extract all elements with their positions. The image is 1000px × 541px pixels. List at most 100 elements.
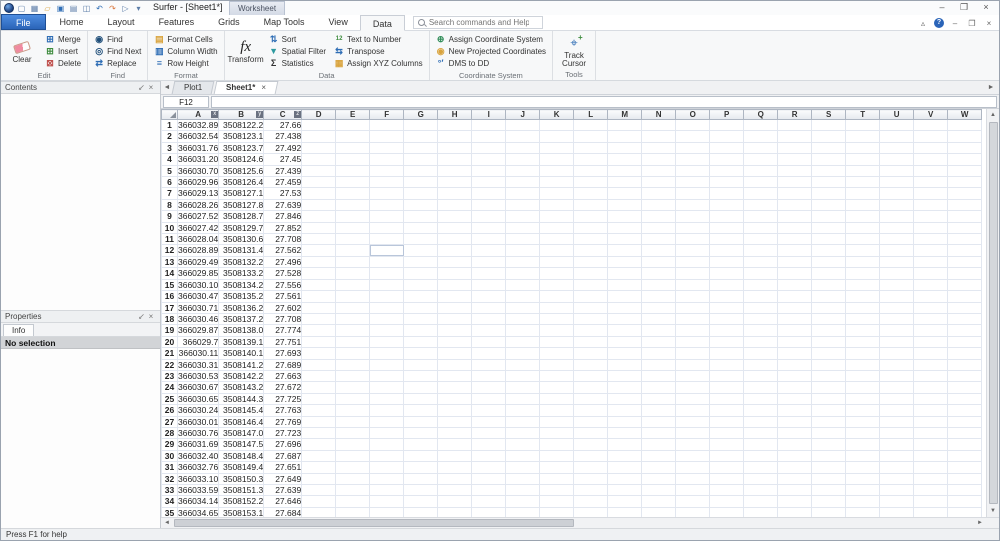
- cell-u5[interactable]: [880, 165, 914, 176]
- cell-g30[interactable]: [404, 450, 438, 461]
- cell-r29[interactable]: [778, 439, 812, 450]
- cell-m14[interactable]: [608, 268, 642, 279]
- cell-l5[interactable]: [574, 165, 608, 176]
- column-header-j[interactable]: J: [506, 110, 540, 120]
- cell-g18[interactable]: [404, 313, 438, 324]
- cell-i28[interactable]: [472, 427, 506, 438]
- row-header-27[interactable]: 27: [162, 416, 178, 427]
- cell-h16[interactable]: [438, 291, 472, 302]
- cell-s4[interactable]: [812, 154, 846, 165]
- cell-c1[interactable]: 27.66: [264, 120, 302, 131]
- cell-l7[interactable]: [574, 188, 608, 199]
- cell-f10[interactable]: [370, 222, 404, 233]
- cell-v29[interactable]: [914, 439, 948, 450]
- cell-k5[interactable]: [540, 165, 574, 176]
- cell-k12[interactable]: [540, 245, 574, 256]
- cell-o16[interactable]: [676, 291, 710, 302]
- cell-f3[interactable]: [370, 142, 404, 153]
- cell-r30[interactable]: [778, 450, 812, 461]
- cell-u7[interactable]: [880, 188, 914, 199]
- collapse-ribbon-icon[interactable]: ▵: [917, 19, 929, 28]
- cell-f18[interactable]: [370, 313, 404, 324]
- cell-c14[interactable]: 27.528: [264, 268, 302, 279]
- cell-i32[interactable]: [472, 473, 506, 484]
- cell-h3[interactable]: [438, 142, 472, 153]
- cell-a19[interactable]: 366029.87: [178, 325, 219, 336]
- statistics-button[interactable]: ΣStatistics: [266, 57, 329, 69]
- cell-k35[interactable]: [540, 507, 574, 517]
- cell-i22[interactable]: [472, 359, 506, 370]
- cell-c23[interactable]: 27.663: [264, 370, 302, 381]
- cell-k20[interactable]: [540, 336, 574, 347]
- cell-r32[interactable]: [778, 473, 812, 484]
- cell-k13[interactable]: [540, 256, 574, 267]
- cell-f6[interactable]: [370, 177, 404, 188]
- cell-q4[interactable]: [744, 154, 778, 165]
- cell-v27[interactable]: [914, 416, 948, 427]
- cell-h4[interactable]: [438, 154, 472, 165]
- cell-f4[interactable]: [370, 154, 404, 165]
- cell-u6[interactable]: [880, 177, 914, 188]
- cell-s23[interactable]: [812, 370, 846, 381]
- horizontal-scroll-thumb[interactable]: [174, 519, 574, 527]
- cell-j20[interactable]: [506, 336, 540, 347]
- cell-h7[interactable]: [438, 188, 472, 199]
- column-header-e[interactable]: E: [336, 110, 370, 120]
- cell-r25[interactable]: [778, 393, 812, 404]
- cell-s6[interactable]: [812, 177, 846, 188]
- cell-h5[interactable]: [438, 165, 472, 176]
- cell-r1[interactable]: [778, 120, 812, 131]
- cell-c8[interactable]: 27.639: [264, 199, 302, 210]
- cell-d34[interactable]: [302, 496, 336, 507]
- doc-minimize-icon[interactable]: –: [949, 19, 961, 28]
- cell-k16[interactable]: [540, 291, 574, 302]
- cell-a11[interactable]: 366028.04: [178, 234, 219, 245]
- cell-w16[interactable]: [948, 291, 982, 302]
- cell-g33[interactable]: [404, 485, 438, 496]
- cell-i15[interactable]: [472, 279, 506, 290]
- cell-f15[interactable]: [370, 279, 404, 290]
- cell-c4[interactable]: 27.45: [264, 154, 302, 165]
- ribbon-tab-home[interactable]: Home: [48, 14, 96, 30]
- cell-b7[interactable]: 3508127.1: [219, 188, 264, 199]
- cell-r9[interactable]: [778, 211, 812, 222]
- cell-q10[interactable]: [744, 222, 778, 233]
- cell-a23[interactable]: 366030.53: [178, 370, 219, 381]
- ribbon-tab-data[interactable]: Data: [360, 15, 405, 31]
- new-worksheet-icon[interactable]: ▦: [29, 3, 40, 14]
- cell-d25[interactable]: [302, 393, 336, 404]
- cell-v12[interactable]: [914, 245, 948, 256]
- cell-r11[interactable]: [778, 234, 812, 245]
- cell-l34[interactable]: [574, 496, 608, 507]
- cell-n20[interactable]: [642, 336, 676, 347]
- cell-g20[interactable]: [404, 336, 438, 347]
- cell-d24[interactable]: [302, 382, 336, 393]
- cell-q11[interactable]: [744, 234, 778, 245]
- cell-o4[interactable]: [676, 154, 710, 165]
- cell-e20[interactable]: [336, 336, 370, 347]
- cell-h25[interactable]: [438, 393, 472, 404]
- cell-o7[interactable]: [676, 188, 710, 199]
- cell-f28[interactable]: [370, 427, 404, 438]
- cell-w8[interactable]: [948, 199, 982, 210]
- cell-t10[interactable]: [846, 222, 880, 233]
- cell-w22[interactable]: [948, 359, 982, 370]
- row-header-3[interactable]: 3: [162, 142, 178, 153]
- cell-c11[interactable]: 27.708: [264, 234, 302, 245]
- cell-c9[interactable]: 27.846: [264, 211, 302, 222]
- cell-i5[interactable]: [472, 165, 506, 176]
- close-icon[interactable]: ×: [146, 83, 156, 92]
- save-all-icon[interactable]: ▤: [68, 3, 79, 14]
- cell-a20[interactable]: 366029.7: [178, 336, 219, 347]
- row-header-20[interactable]: 20: [162, 336, 178, 347]
- cell-e26[interactable]: [336, 405, 370, 416]
- cell-g23[interactable]: [404, 370, 438, 381]
- cell-p33[interactable]: [710, 485, 744, 496]
- cell-p29[interactable]: [710, 439, 744, 450]
- cell-j23[interactable]: [506, 370, 540, 381]
- cell-r20[interactable]: [778, 336, 812, 347]
- row-header-11[interactable]: 11: [162, 234, 178, 245]
- cell-h17[interactable]: [438, 302, 472, 313]
- cell-v34[interactable]: [914, 496, 948, 507]
- cell-c25[interactable]: 27.725: [264, 393, 302, 404]
